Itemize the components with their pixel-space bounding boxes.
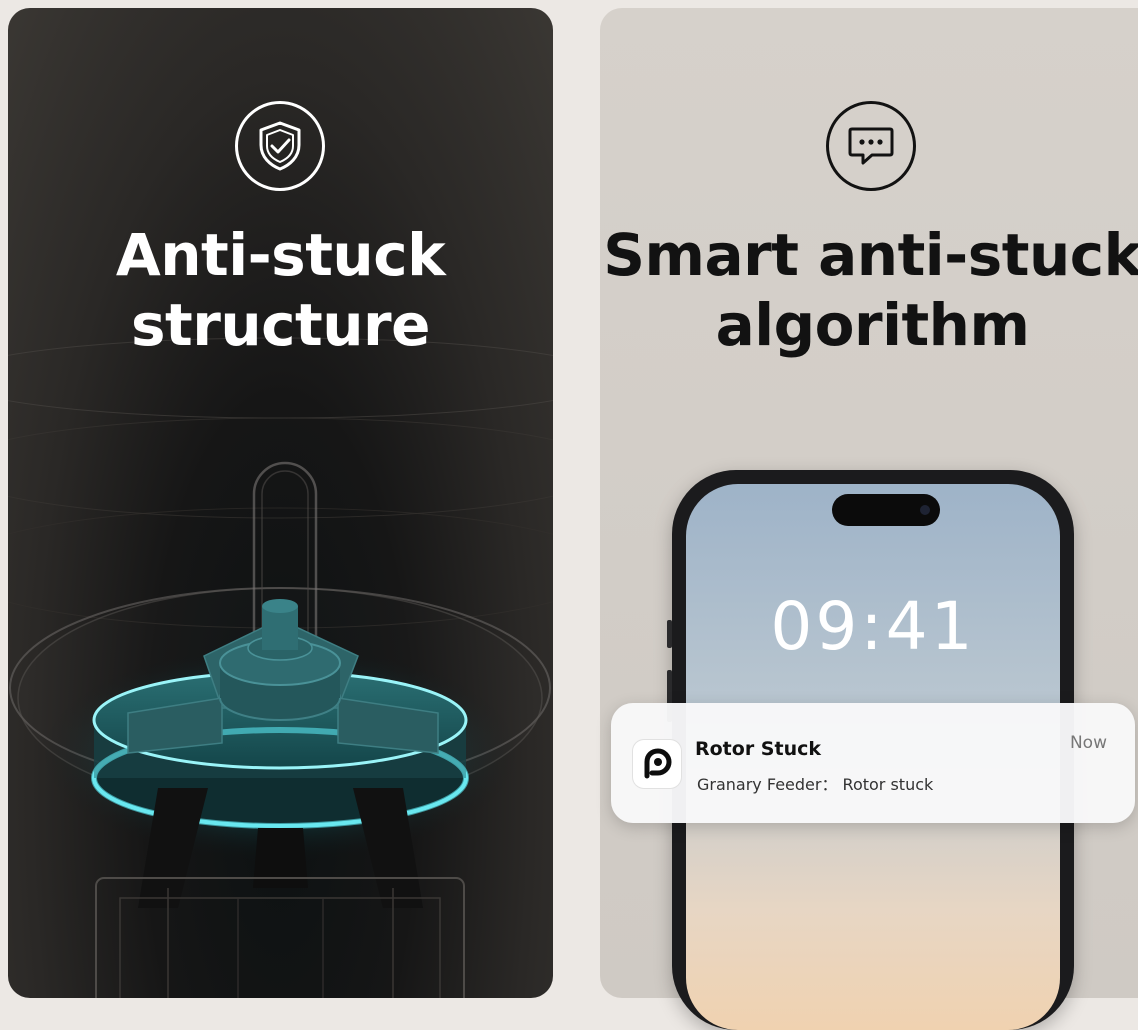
phone-mute-switch	[667, 620, 672, 648]
right-headline-line2: algorithm	[715, 291, 1030, 359]
camera-icon	[920, 505, 930, 515]
shield-check-icon	[235, 101, 325, 191]
left-headline: Anti-stuck structure	[8, 220, 553, 360]
feeder-app-icon	[633, 740, 681, 788]
rotor-stuck-notification[interactable]: Rotor Stuck Granary Feeder： Rotor stuck …	[611, 703, 1135, 823]
right-headline: Smart anti-stuck algorithm	[600, 220, 1138, 360]
notification-title: Rotor Stuck	[695, 738, 821, 760]
notification-time: Now	[1069, 733, 1107, 753]
chat-bubble-icon	[826, 101, 916, 191]
lock-screen-clock: 09:41	[770, 588, 976, 665]
left-headline-line2: structure	[131, 291, 430, 359]
anti-stuck-structure-card: Anti-stuck structure	[8, 8, 553, 998]
left-headline-line1: Anti-stuck	[115, 221, 446, 289]
notification-body: Granary Feeder： Rotor stuck	[697, 775, 934, 794]
right-headline-line1: Smart anti-stuck	[603, 221, 1138, 289]
dynamic-island	[832, 494, 940, 526]
